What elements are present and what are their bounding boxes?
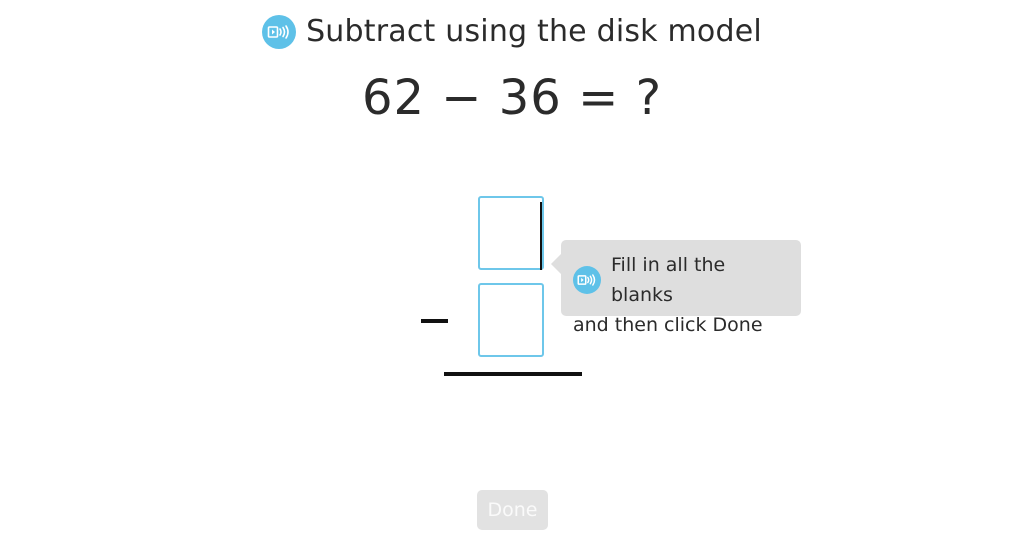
top-number-input[interactable]: [478, 196, 544, 270]
speaker-icon[interactable]: [262, 14, 297, 49]
minus-sign: [421, 319, 448, 323]
sum-line: [444, 372, 582, 376]
header: Subtract using the disk model: [0, 14, 1024, 49]
page-title: Subtract using the disk model: [306, 14, 762, 49]
equation: 62 − 36 = ?: [361, 70, 663, 126]
bottom-number-input[interactable]: [478, 283, 544, 357]
instruction-tooltip: Fill in all the blanks and then click Do…: [551, 240, 801, 336]
text-cursor: [540, 202, 542, 270]
tooltip-line-2: and then click Done: [573, 314, 763, 336]
speaker-icon[interactable]: [573, 266, 601, 294]
tooltip-line-1: Fill in all the blanks: [611, 254, 726, 306]
done-button[interactable]: Done: [477, 490, 548, 530]
